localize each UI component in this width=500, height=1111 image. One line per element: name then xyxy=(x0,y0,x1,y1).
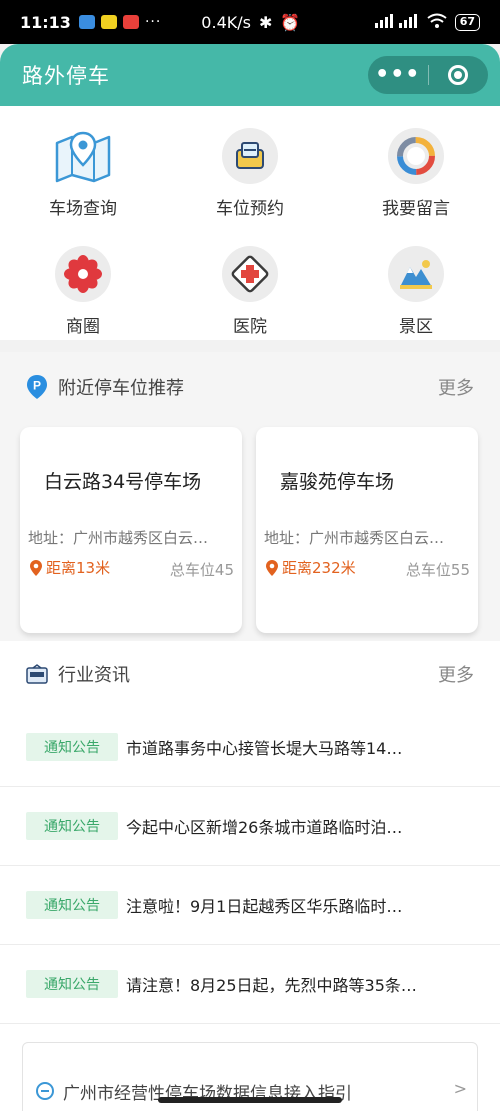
hospital-cross-icon xyxy=(222,246,278,302)
news-section-header: 行业资讯 更多 xyxy=(26,659,474,689)
parking-address: 地址：广州市越秀区白云… xyxy=(264,529,445,547)
reservation-icon xyxy=(222,128,278,184)
signal-icon xyxy=(373,13,419,32)
miniprogram-capsule: ••• xyxy=(368,56,488,94)
grid-label: 医院 xyxy=(233,317,267,337)
news-more-link[interactable]: 更多 xyxy=(438,661,474,687)
news-tag: 通知公告 xyxy=(26,891,118,919)
industry-news-section: 行业资讯 更多 通知公告 市道路事务中心接管长堤大马路等14… 通知公告 今起中… xyxy=(0,641,500,1111)
grid-label: 车场查询 xyxy=(49,199,117,219)
comment-icon xyxy=(388,128,444,184)
home-indicator[interactable] xyxy=(158,1097,342,1103)
news-tag: 通知公告 xyxy=(26,733,118,761)
distance-text: 距离13米 xyxy=(46,559,111,577)
distance-text: 距离232米 xyxy=(282,559,356,577)
grid-item-parking-query[interactable]: 车场查询 xyxy=(0,128,166,219)
app-notification-icon xyxy=(100,15,117,29)
parking-card[interactable]: 嘉骏苑停车场 地址：广州市越秀区白云… 距离232米 总车位55 xyxy=(256,427,478,633)
nearby-more-link[interactable]: 更多 xyxy=(438,374,474,400)
parking-total: 总车位45 xyxy=(169,561,234,579)
news-title: 市道路事务中心接管长堤大马路等14… xyxy=(126,739,403,758)
guide-icon xyxy=(35,1081,55,1105)
nearby-parking-section: P 附近停车位推荐 更多 白云路34号停车场 地址：广州市越秀区白云… 距离13… xyxy=(0,352,500,641)
status-bar: 11:13 ··· 0.4K/s ✱ ⏰ 67 xyxy=(0,0,500,44)
parking-name: 嘉骏苑停车场 xyxy=(280,471,395,493)
grid-item-reservation[interactable]: 车位预约 xyxy=(167,128,333,219)
location-icon xyxy=(266,559,278,576)
parking-address: 地址：广州市越秀区白云… xyxy=(28,529,209,547)
more-notifications-icon: ··· xyxy=(144,14,162,30)
page-title: 路外停车 xyxy=(22,64,110,88)
status-time: 11:13 xyxy=(20,12,71,32)
news-title: 请注意！8月25日起，先烈中路等35条… xyxy=(126,976,417,995)
news-item[interactable]: 通知公告 今起中心区新增26条城市道路临时泊… xyxy=(0,787,500,866)
app-header: 路外停车 ••• xyxy=(0,44,500,106)
news-title: 注意啦！9月1日起越秀区华乐路临时… xyxy=(126,897,403,916)
grid-label: 景区 xyxy=(399,317,433,337)
section-title: 附近停车位推荐 xyxy=(58,378,184,399)
wifi-icon xyxy=(427,13,447,32)
news-icon xyxy=(26,664,48,684)
function-grid: 车场查询 车位预约 我要留言 商圈 医院 景区 xyxy=(0,106,500,340)
parking-total: 总车位55 xyxy=(405,561,470,579)
section-title: 行业资讯 xyxy=(58,665,130,686)
bluetooth-icon: ✱ xyxy=(258,12,273,32)
more-dots-icon[interactable]: ••• xyxy=(368,64,428,86)
scenery-icon xyxy=(388,246,444,302)
parking-distance: 距离232米 xyxy=(266,557,356,578)
news-tag: 通知公告 xyxy=(26,812,118,840)
miniprogram-close-icon[interactable] xyxy=(429,65,489,85)
grid-item-hospital[interactable]: 医院 xyxy=(167,246,333,337)
app-notification-icon-2 xyxy=(122,15,139,29)
svg-text:P: P xyxy=(33,379,41,393)
grid-label: 我要留言 xyxy=(382,199,450,219)
news-item[interactable]: 通知公告 注意啦！9月1日起越秀区华乐路临时… xyxy=(0,866,500,945)
news-title: 今起中心区新增26条城市道路临时泊… xyxy=(126,818,403,837)
weather-icon xyxy=(78,15,95,29)
parking-pin-icon: P xyxy=(27,375,47,399)
grid-item-business-district[interactable]: 商圈 xyxy=(0,246,166,337)
parking-name: 白云路34号停车场 xyxy=(44,471,202,493)
nearby-section-header: P 附近停车位推荐 更多 xyxy=(26,372,474,402)
map-pin-icon xyxy=(53,128,113,184)
flower-icon xyxy=(55,246,111,302)
parking-card[interactable]: 白云路34号停车场 地址：广州市越秀区白云… 距离13米 总车位45 xyxy=(20,427,242,633)
notification-icons: ··· xyxy=(78,14,162,30)
grid-item-message[interactable]: 我要留言 xyxy=(333,128,499,219)
network-speed: 0.4K/s xyxy=(201,12,251,32)
grid-label: 车位预约 xyxy=(216,199,284,219)
alarm-icon: ⏰ xyxy=(280,12,301,32)
news-tag: 通知公告 xyxy=(26,970,118,998)
news-item[interactable]: 通知公告 请注意！8月25日起，先烈中路等35条… xyxy=(0,945,500,1024)
chevron-right-icon: > xyxy=(453,1079,467,1098)
grid-item-scenic-area[interactable]: 景区 xyxy=(333,246,499,337)
parking-distance: 距离13米 xyxy=(30,557,110,578)
grid-label: 商圈 xyxy=(66,317,100,337)
battery-indicator: 67 xyxy=(454,13,480,31)
location-icon xyxy=(30,559,42,576)
news-item[interactable]: 通知公告 市道路事务中心接管长堤大马路等14… xyxy=(0,708,500,787)
